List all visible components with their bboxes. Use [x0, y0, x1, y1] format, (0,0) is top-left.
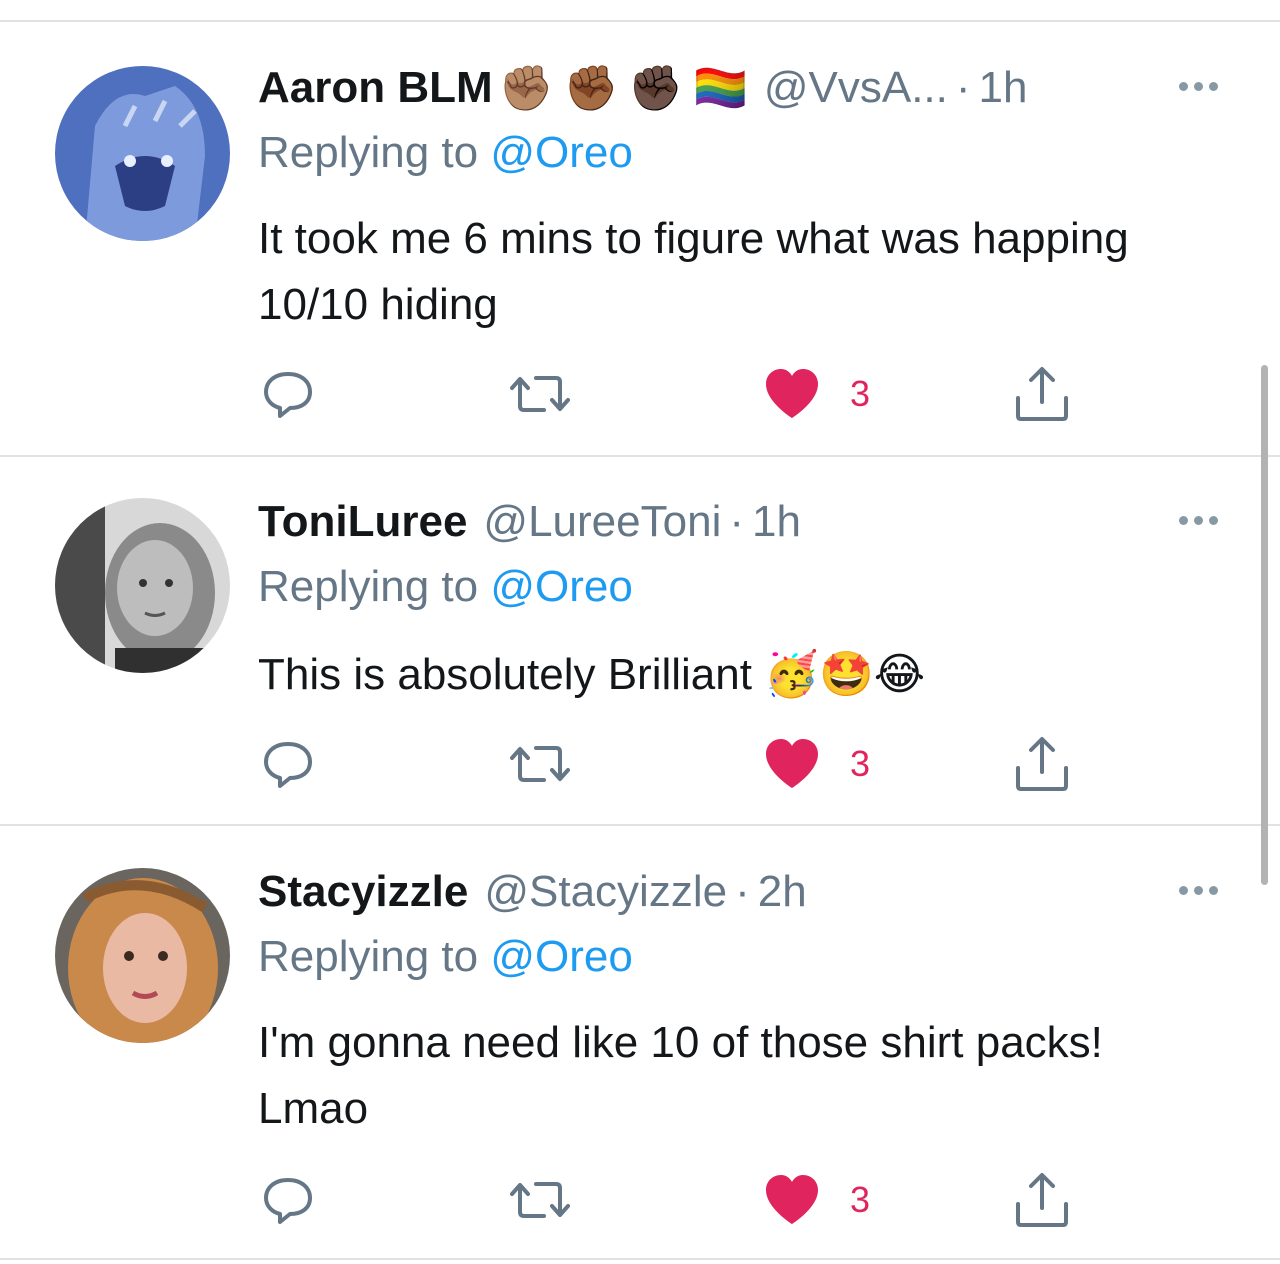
- reply-icon: [264, 372, 312, 418]
- scrollbar[interactable]: [1261, 365, 1268, 885]
- timestamp[interactable]: 1h: [752, 497, 801, 547]
- timestamp[interactable]: 2h: [758, 867, 807, 917]
- replying-prefix: Replying to: [258, 932, 491, 981]
- reply-button[interactable]: [260, 734, 316, 794]
- separator-dot: ·: [735, 867, 750, 916]
- like-count: 3: [850, 373, 871, 414]
- share-button[interactable]: [1014, 734, 1070, 794]
- tweet-header: Stacyizzle @Stacyizzle · 2h: [258, 862, 807, 922]
- reply-button[interactable]: [260, 1170, 316, 1230]
- like-button[interactable]: 3: [762, 734, 870, 794]
- reply-button[interactable]: [260, 364, 316, 424]
- share-button[interactable]: [1014, 1170, 1070, 1230]
- heart-icon: [766, 1175, 818, 1224]
- display-name[interactable]: ToniLuree: [258, 497, 467, 547]
- separator-dot: ·: [955, 63, 971, 112]
- replying-mention-link[interactable]: @Oreo: [490, 128, 632, 177]
- share-icon: [1016, 367, 1068, 421]
- heart-icon: [766, 369, 818, 418]
- tweet-actions: 3: [0, 734, 1280, 794]
- tweet-text: I'm gonna need like 10 of those shirt pa…: [258, 1018, 1103, 1133]
- tweet-actions: 3: [0, 364, 1280, 424]
- retweet-button[interactable]: [508, 364, 572, 424]
- tweet-header: ToniLuree @LureeToni · 1h: [258, 492, 801, 552]
- like-button[interactable]: 3: [762, 364, 870, 424]
- more-options-icon[interactable]: [1179, 516, 1218, 525]
- name-emoji-badges: ✊🏽 ✊🏾 ✊🏿 🏳️‍🌈: [499, 62, 748, 114]
- user-handle[interactable]: @LureeToni: [483, 497, 721, 547]
- tweet-divider: [0, 824, 1280, 826]
- raised-fist-medium-emoji: ✊🏽: [498, 63, 554, 114]
- share-button[interactable]: [1014, 364, 1070, 424]
- tweet-actions: 3: [0, 1170, 1280, 1230]
- tweet-text: This is absolutely Brilliant 🥳🤩😂: [258, 650, 926, 699]
- replying-mention-link[interactable]: @Oreo: [490, 932, 632, 981]
- tweet-divider: [0, 455, 1280, 457]
- like-button[interactable]: 3: [762, 1170, 870, 1230]
- bottom-divider: [0, 1258, 1280, 1260]
- more-options-icon[interactable]: [1179, 886, 1218, 895]
- user-handle[interactable]: @Stacyizzle: [484, 867, 727, 917]
- heart-icon: [766, 739, 818, 788]
- replying-prefix: Replying to: [258, 128, 491, 177]
- replying-to: Replying to @Oreo: [258, 562, 633, 612]
- retweet-icon: [510, 376, 570, 412]
- rainbow-flag-emoji: 🏳️‍🌈: [693, 63, 748, 114]
- more-options-icon[interactable]: [1179, 82, 1218, 91]
- retweet-icon: [510, 1182, 570, 1218]
- reply-icon: [264, 742, 312, 788]
- display-name[interactable]: Stacyizzle: [258, 867, 468, 917]
- timestamp[interactable]: 1h: [979, 63, 1028, 113]
- avatar[interactable]: [55, 868, 230, 1043]
- tweet-header: Aaron BLM ✊🏽 ✊🏾 ✊🏿 🏳️‍🌈 @VvsA... · 1h: [258, 58, 1028, 118]
- like-count: 3: [850, 743, 871, 784]
- display-name[interactable]: Aaron BLM: [258, 63, 493, 113]
- top-divider: [0, 20, 1280, 22]
- reply-icon: [264, 1178, 312, 1224]
- retweet-icon: [510, 746, 570, 782]
- replying-to: Replying to @Oreo: [258, 128, 633, 178]
- like-count: 3: [850, 1179, 871, 1220]
- raised-fist-medium-dark-emoji: ✊🏾: [563, 63, 619, 114]
- raised-fist-dark-emoji: ✊🏿: [628, 63, 684, 114]
- user-handle[interactable]: @VvsA...: [764, 63, 948, 113]
- replying-to: Replying to @Oreo: [258, 932, 633, 982]
- retweet-button[interactable]: [508, 734, 572, 794]
- replying-mention-link[interactable]: @Oreo: [490, 562, 632, 611]
- share-icon: [1016, 1173, 1068, 1227]
- separator-dot: ·: [729, 497, 744, 546]
- tweet-text: It took me 6 mins to figure what was hap…: [258, 214, 1129, 329]
- avatar[interactable]: [55, 498, 230, 673]
- replying-prefix: Replying to: [258, 562, 491, 611]
- avatar[interactable]: [55, 66, 230, 241]
- share-icon: [1016, 737, 1068, 791]
- retweet-button[interactable]: [508, 1170, 572, 1230]
